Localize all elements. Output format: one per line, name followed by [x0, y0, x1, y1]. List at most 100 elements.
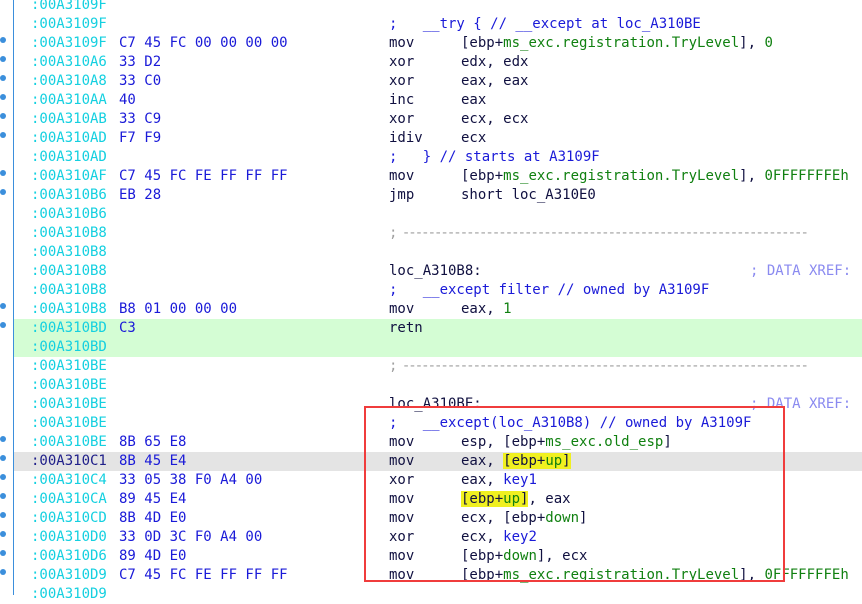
listing-row[interactable]: :00A3109F — [14, 0, 862, 15]
operand-token: ] — [562, 453, 571, 469]
listing-row[interactable]: :00A310B8 loc_A310B8: ; DATA XREF: — [14, 262, 862, 281]
listing-row[interactable]: :00A310B8 B8 01 00 00 00 mov eax, 1 — [0, 300, 862, 319]
operand-token[interactable]: down — [545, 510, 579, 526]
mnemonic: xor — [389, 111, 415, 127]
operand-token[interactable]: 0 — [764, 35, 772, 51]
listing-row[interactable]: :00A310C1 8B 45 E4 mov eax, [ebp+up] — [0, 452, 862, 471]
address: :00A310C1 — [31, 453, 107, 469]
breakpoint-dot-icon[interactable] — [0, 113, 6, 119]
breakpoint-dot-icon[interactable] — [0, 75, 6, 81]
mnemonic: mov — [389, 453, 415, 469]
listing-row[interactable]: :00A310BE 8B 65 E8 mov esp, [ebp+ms_exc.old… — [0, 433, 862, 452]
operands: eax — [461, 91, 486, 110]
listing-row[interactable]: :00A3109F ; __try { // __except at loc_A3… — [14, 15, 862, 34]
separator-line: ; --------------------------------------… — [389, 225, 809, 241]
separator-line: ; --------------------------------------… — [389, 358, 809, 374]
breakpoint-dot-icon[interactable] — [0, 94, 6, 100]
breakpoint-dot-icon[interactable] — [0, 56, 6, 62]
operand-token[interactable]: key2 — [503, 529, 537, 545]
address: :00A310B8 — [31, 301, 107, 317]
operand-token[interactable]: down — [503, 548, 537, 564]
operand-token: eax, — [461, 301, 504, 317]
address: :00A310B8 — [31, 263, 107, 279]
breakpoint-dot-icon[interactable] — [0, 132, 6, 138]
mnemonic: xor — [389, 472, 415, 488]
listing-row[interactable]: :00A310AA 40 inc eax — [0, 91, 862, 110]
operands: esp, [ebp+ms_exc.old_esp] — [461, 433, 672, 452]
operands: ecx, key2 — [461, 528, 537, 547]
operand-token[interactable]: ms_exc.registration.TryLevel — [503, 567, 739, 583]
breakpoint-dot-icon[interactable] — [0, 303, 6, 309]
xref-comment[interactable]: ; DATA XREF: — [750, 395, 851, 414]
listing-row[interactable]: :00A310CA 89 45 E4 mov [ebp+up], eax — [0, 490, 862, 509]
operands: edx, edx — [461, 53, 528, 72]
breakpoint-dot-icon[interactable] — [0, 550, 6, 556]
listing-row[interactable]: :00A310D9 C7 45 FC FE FF FF FF mov [ebp+ms_… — [0, 566, 862, 585]
disassembly-listing[interactable]: :00A3109F:00A3109F ; __try { // __except … — [0, 0, 862, 604]
listing-row[interactable]: :00A310AD ; } // starts at A3109F — [14, 148, 862, 167]
operands: [ebp+down], ecx — [461, 547, 587, 566]
operand-token[interactable]: ms_exc.registration.TryLevel — [503, 35, 739, 51]
operand-token[interactable]: 0FFFFFFFEh — [764, 567, 848, 583]
listing-row[interactable]: :00A310B8 ; __except filter // owned by A… — [14, 281, 862, 300]
opcode-bytes: C3 — [119, 320, 136, 336]
listing-row[interactable]: :00A310D0 33 0D 3C F0 A4 00 xor ecx, key2 — [0, 528, 862, 547]
operand-token[interactable]: 0FFFFFFFEh — [764, 168, 848, 184]
mnemonic: xor — [389, 73, 415, 89]
operand-token[interactable]: ms_exc.registration.TryLevel — [503, 168, 739, 184]
listing-row[interactable]: :00A310AB 33 C9 xor ecx, ecx — [0, 110, 862, 129]
listing-row[interactable]: :00A310BE ; -----------------------------… — [14, 357, 862, 376]
listing-row[interactable]: :00A310CD 8B 4D E0 mov ecx, [ebp+down] — [0, 509, 862, 528]
operand-token[interactable]: ms_exc.old_esp — [545, 434, 663, 450]
address: :00A310B8 — [31, 225, 107, 241]
listing-row[interactable]: :00A310B8 ; -----------------------------… — [14, 224, 862, 243]
breakpoint-dot-icon[interactable] — [0, 189, 6, 195]
operand-token[interactable]: 1 — [503, 301, 511, 317]
opcode-bytes: 89 4D E0 — [119, 548, 187, 564]
address: :00A310AA — [31, 92, 107, 108]
breakpoint-dot-icon[interactable] — [0, 436, 6, 442]
breakpoint-dot-icon[interactable] — [0, 322, 6, 328]
breakpoint-dot-icon[interactable] — [0, 493, 6, 499]
listing-row[interactable]: :00A310BD C3 retn — [0, 319, 862, 338]
line-text: loc_A310B8: — [389, 262, 482, 281]
opcode-bytes: C7 45 FC FE FF FF FF — [119, 567, 288, 583]
listing-row[interactable]: :00A310A8 33 C0 xor eax, eax — [0, 72, 862, 91]
xref-comment[interactable]: ; DATA XREF: — [750, 262, 851, 281]
breakpoint-dot-icon[interactable] — [0, 37, 6, 43]
listing-row[interactable]: :00A3109F C7 45 FC 00 00 00 00 mov [ebp+ms_… — [0, 34, 862, 53]
breakpoint-dot-icon[interactable] — [0, 455, 6, 461]
breakpoint-dot-icon[interactable] — [0, 512, 6, 518]
operand-token: [ebp+ — [461, 491, 504, 507]
listing-row[interactable]: :00A310C4 33 05 38 F0 A4 00 xor eax, key1 — [0, 471, 862, 490]
listing-row[interactable]: :00A310B6 EB 28 jmp short loc_A310E0 — [0, 186, 862, 205]
operands: [ebp+ms_exc.registration.TryLevel], 0 — [461, 34, 773, 53]
listing-row[interactable]: :00A310B8 — [14, 243, 862, 262]
breakpoint-dot-icon[interactable] — [0, 531, 6, 537]
listing-row[interactable]: :00A310AD F7 F9 idiv ecx — [0, 129, 862, 148]
breakpoint-dot-icon[interactable] — [0, 170, 6, 176]
listing-row[interactable]: :00A310B6 — [14, 205, 862, 224]
operands: short loc_A310E0 — [461, 186, 596, 205]
operand-token[interactable]: key1 — [503, 472, 537, 488]
listing-row[interactable]: :00A310BE ; __except(loc_A310B8) // owned… — [14, 414, 862, 433]
breakpoint-gutter[interactable] — [0, 0, 14, 595]
listing-row[interactable]: :00A310A6 33 D2 xor edx, edx — [0, 53, 862, 72]
breakpoint-dot-icon[interactable] — [0, 474, 6, 480]
opcode-bytes: 33 05 38 F0 A4 00 — [119, 472, 263, 488]
opcode-bytes: EB 28 — [119, 187, 162, 203]
line-text: ; __except filter // owned by A3109F — [389, 281, 709, 300]
listing-row[interactable]: :00A310BD — [14, 338, 862, 357]
address: :00A310BD — [31, 320, 107, 336]
listing-row[interactable]: :00A310D6 89 4D E0 mov [ebp+down], ecx — [0, 547, 862, 566]
listing-row[interactable]: :00A310BE loc_A310BE: ; DATA XREF: — [14, 395, 862, 414]
breakpoint-dot-icon[interactable] — [0, 569, 6, 575]
operand-token[interactable]: up — [545, 453, 563, 469]
mnemonic: retn — [389, 320, 423, 336]
listing-row[interactable]: :00A310BE — [14, 376, 862, 395]
listing-row[interactable]: :00A310AF C7 45 FC FE FF FF FF mov [ebp+ms_… — [0, 167, 862, 186]
mnemonic: mov — [389, 510, 415, 526]
operand-token: ] — [579, 510, 588, 526]
operand-token[interactable]: up — [503, 491, 521, 507]
mnemonic: mov — [389, 301, 415, 317]
